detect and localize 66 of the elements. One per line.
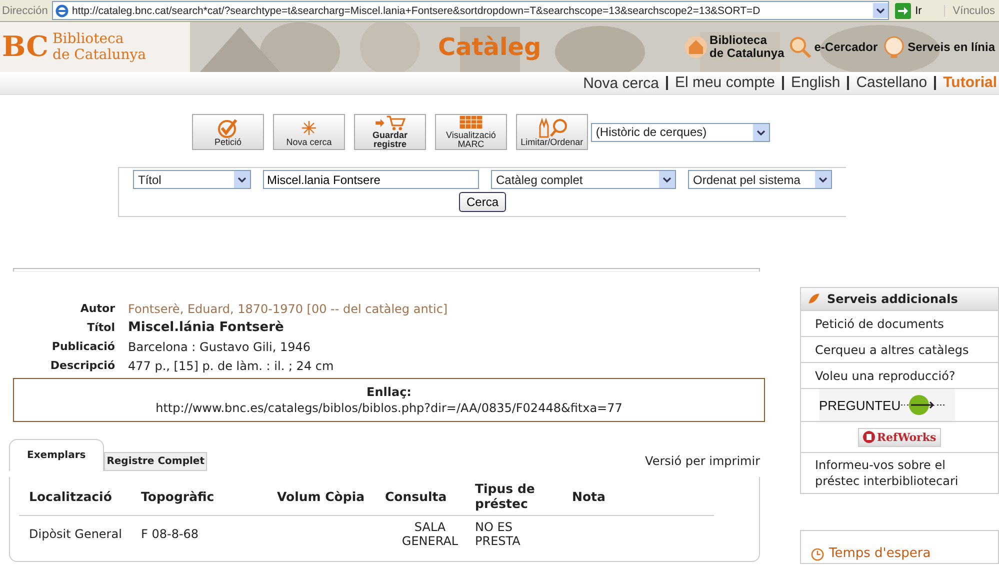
checkmark-icon <box>216 118 240 138</box>
table-cell-text: NO ES PRESTA <box>475 520 522 548</box>
tab[interactable]: Exemplars <box>9 439 104 471</box>
dropdown-icon <box>753 124 769 140</box>
field-value: 477 p., [15] p. de làm. : il. ; 24 cm <box>128 358 334 372</box>
search-button[interactable]: Cerca <box>459 192 506 212</box>
header-link[interactable]: e-Cercador <box>788 34 878 60</box>
column-header: Tipus de préstec <box>475 477 572 516</box>
print-link[interactable]: Versió per imprimir <box>645 454 760 471</box>
service-link[interactable]: Voleu una reproducció? <box>815 368 956 384</box>
address-field[interactable]: http://cataleg.bnc.cat/search*cat/?searchtype=t&searcharg=Miscel.lania+Fontsere&sortdropdown=T&searchscope=13&searchscope2=13&SORT=D <box>52 1 890 20</box>
panel-title: Serveis addicionals <box>827 292 958 306</box>
column-header: Localització <box>19 477 141 516</box>
toolbar-button[interactable]: Guardar registre <box>354 114 426 150</box>
catalog-title: Catàleg <box>438 33 542 61</box>
dropdown-icon <box>659 171 675 188</box>
service-link[interactable]: Petició de documents <box>815 316 944 332</box>
toolbar-button[interactable]: Limitar/Ordenar <box>516 114 588 150</box>
toolbar-button[interactable]: Visualització MARC <box>434 114 507 150</box>
search-field[interactable]: Miscel.lania Fontsere <box>263 170 479 189</box>
scope-select[interactable]: Catàleg complet <box>491 170 676 189</box>
dropdown-icon[interactable] <box>873 3 888 18</box>
column-header: Consulta <box>385 477 475 516</box>
tab[interactable]: Registre Complet <box>104 452 208 471</box>
circle-arrow-icon <box>900 394 947 416</box>
field-label: Títol <box>86 321 116 334</box>
field-value: Barcelona : Gustavo Gili, 1946 <box>128 340 310 354</box>
column-header: Volum Còpia <box>277 477 385 516</box>
link-box-title: Enllaç: <box>366 385 412 399</box>
refworks-button[interactable]: RefWorks <box>858 428 942 446</box>
magnifier-icon <box>788 35 812 59</box>
wait-time-link[interactable]: Temps d'espera <box>829 546 931 561</box>
field-select[interactable]: Títol <box>133 170 251 189</box>
go-button[interactable]: Ir <box>893 2 940 18</box>
ask-banner[interactable]: PREGUNTEU <box>819 389 955 421</box>
nav-link[interactable]: Castellano <box>847 76 928 90</box>
field-label: Autor <box>79 302 116 315</box>
url-link[interactable]: http://www.bnc.es/catalegs/biblos/biblos.php?dir=/AA/0835/F02448&fitxa=77 <box>156 401 622 415</box>
dropdown-icon <box>234 171 250 188</box>
header-link[interactable]: Serveis en línia <box>882 34 995 60</box>
toolbar-button[interactable]: Petició <box>192 114 264 150</box>
leaf-icon <box>807 292 821 306</box>
header-link[interactable]: Biblioteca de Catalunya <box>684 34 784 60</box>
house-icon <box>684 35 708 59</box>
browser-icon <box>55 4 69 18</box>
author-link[interactable]: Fontserè, Eduard, 1870-1970 [00 -- del catàleg antic] <box>128 302 448 316</box>
nav-link[interactable]: English <box>782 76 840 90</box>
service-link[interactable]: Informeu-vos sobre el préstec interbibliotecari <box>815 457 984 489</box>
history-select[interactable]: (Històric de cerques) <box>590 122 770 142</box>
service-link[interactable]: Cerqueu a altres catàlegs <box>815 342 969 358</box>
address-label: Dirección <box>1 4 48 16</box>
sort-select[interactable]: Ordenat pel sistema <box>688 170 832 189</box>
field-value: Miscel.lánia Fontserè <box>128 320 284 335</box>
field-label: Publicació <box>50 340 116 353</box>
column-header: Nota <box>572 477 714 516</box>
nav-link[interactable]: El meu compte <box>666 76 776 90</box>
field-label: Descripció <box>49 359 116 372</box>
nav-link[interactable]: Nova cerca <box>583 74 659 92</box>
links-label[interactable]: Vínculos <box>944 4 999 16</box>
column-header: Topogràfic <box>141 477 277 516</box>
toolbar-button[interactable]: Nova cerca <box>272 114 345 150</box>
table-cell: F 08-8-68 <box>141 527 199 541</box>
clock-icon <box>811 548 824 561</box>
dropdown-icon <box>815 171 831 188</box>
table-cell-text: SALA GENERAL <box>400 520 460 548</box>
table-cell: Dipòsit General <box>29 527 122 541</box>
